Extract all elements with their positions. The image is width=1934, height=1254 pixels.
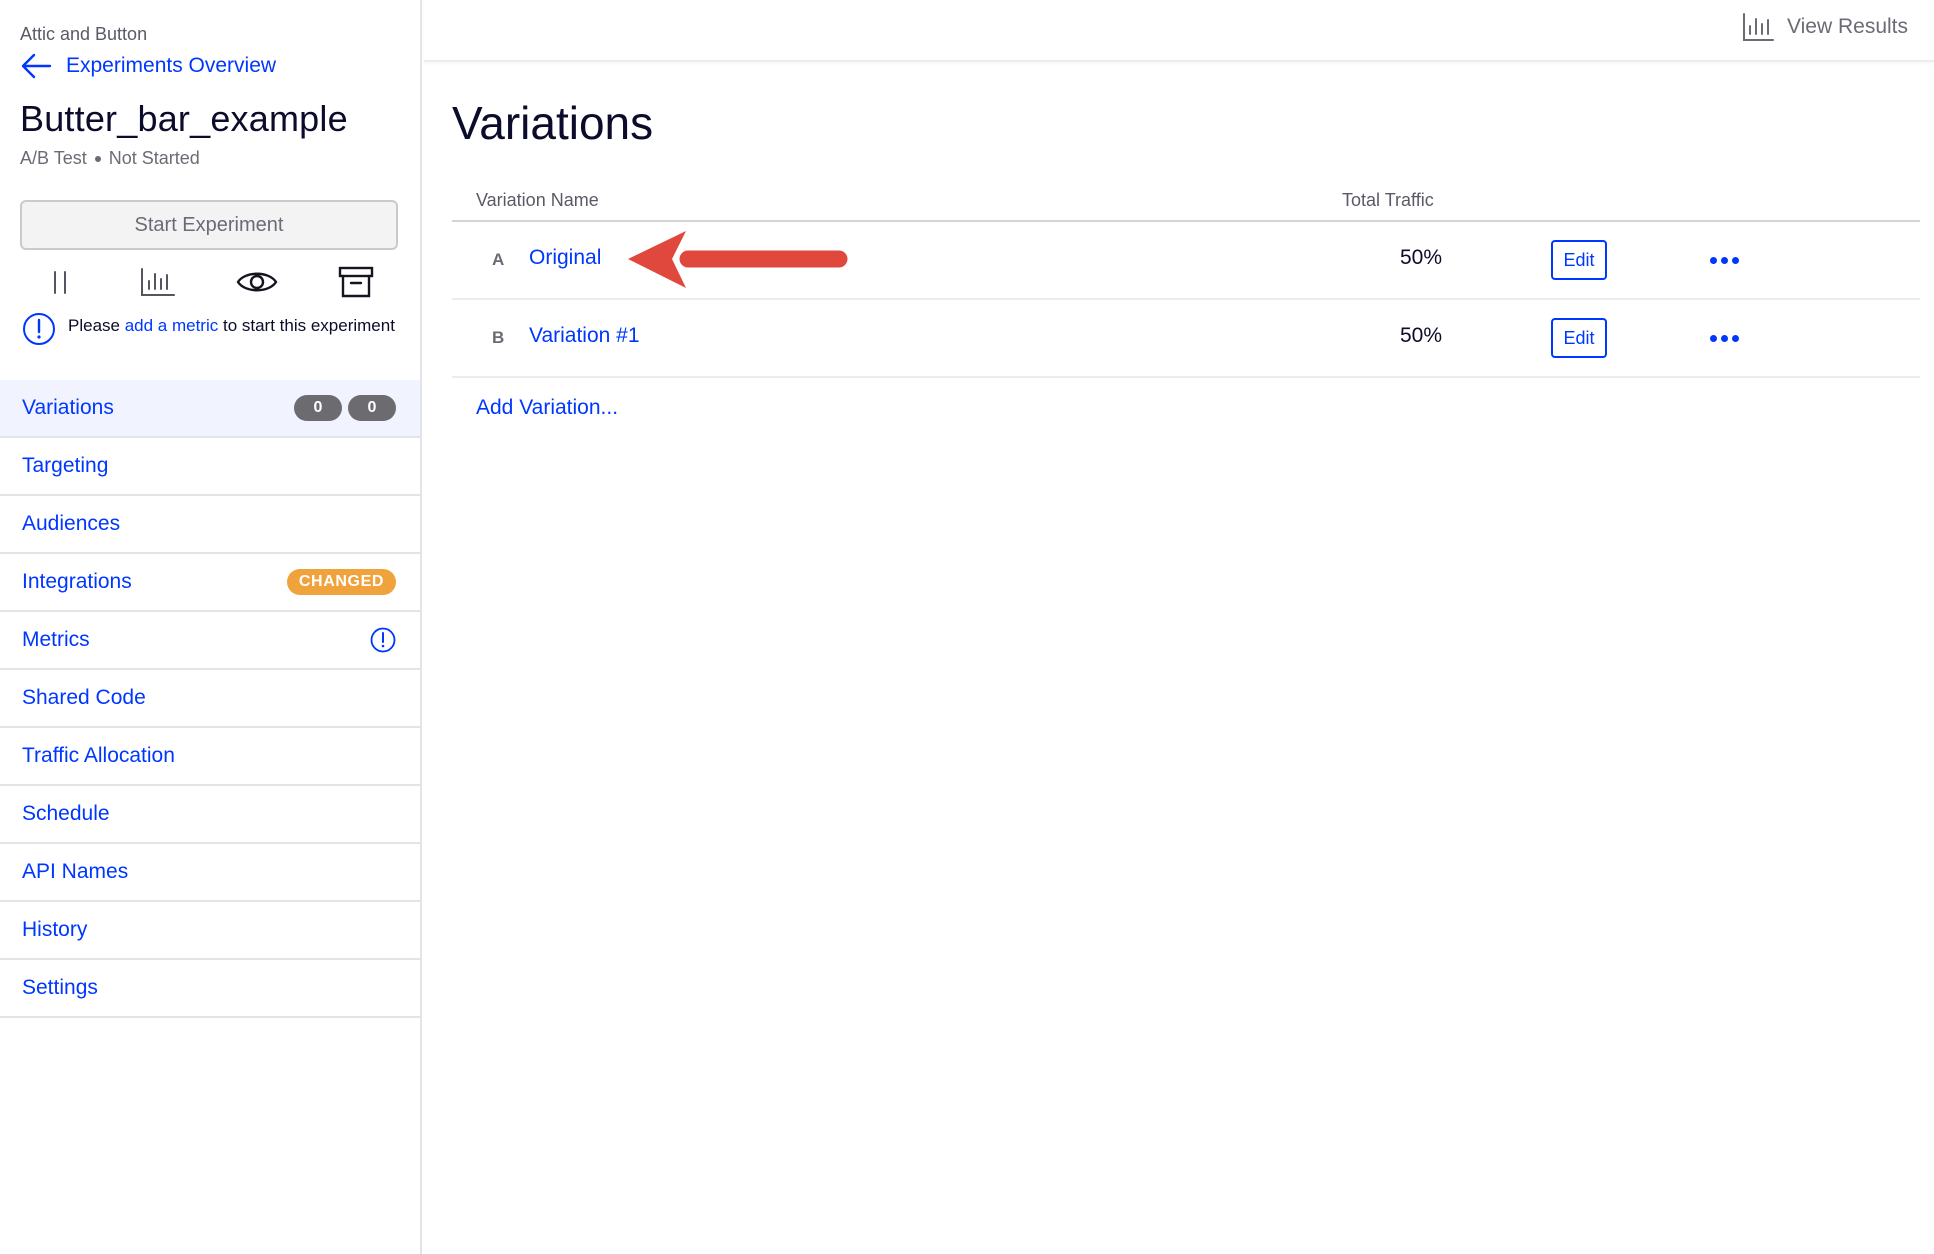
sidebar-item-label: Traffic Allocation (22, 744, 175, 767)
variation-traffic: 50% (1400, 246, 1443, 269)
variation-counts: 0 0 (294, 395, 396, 421)
warning-icon (370, 627, 396, 653)
page-title: Variations (452, 97, 654, 149)
notice-suffix: to start this experiment (218, 316, 395, 335)
annotation-arrow-icon (628, 231, 848, 288)
sidebar-nav: Variations 0 0 Targeting Audiences Integ… (0, 380, 420, 1018)
sidebar-item-variations[interactable]: Variations 0 0 (0, 380, 420, 438)
count-pill: 0 (294, 395, 342, 421)
results-chart-icon[interactable] (134, 262, 182, 302)
sidebar-item-history[interactable]: History (0, 902, 420, 960)
sidebar-item-label: Targeting (22, 454, 109, 477)
edit-button[interactable]: Edit (1551, 240, 1607, 280)
sidebar-item-label: Integrations (22, 570, 132, 593)
notice-text: Please add a metric to start this experi… (68, 312, 395, 346)
table-row: B Variation #1 50% Edit (452, 300, 1920, 378)
pause-icon[interactable] (36, 262, 84, 302)
edit-button[interactable]: Edit (1551, 318, 1607, 358)
sidebar-item-settings[interactable]: Settings (0, 960, 420, 1018)
add-metric-link[interactable]: add a metric (125, 316, 219, 335)
sidebar-item-schedule[interactable]: Schedule (0, 786, 420, 844)
more-options-icon[interactable] (1704, 324, 1744, 352)
variation-letter: A (492, 250, 505, 269)
experiments-overview-link[interactable]: Experiments Overview (20, 52, 276, 80)
sidebar-item-label: API Names (22, 860, 129, 883)
variation-name-link[interactable]: Original (529, 246, 601, 270)
count-pill: 0 (348, 395, 396, 421)
sidebar-item-label: History (22, 918, 88, 941)
experiment-status: Not Started (108, 148, 200, 168)
more-options-icon[interactable] (1704, 246, 1744, 274)
sidebar-item-metrics[interactable]: Metrics (0, 612, 420, 670)
preview-eye-icon[interactable] (233, 262, 281, 302)
sidebar-item-label: Shared Code (22, 686, 146, 709)
sidebar-item-targeting[interactable]: Targeting (0, 438, 420, 496)
bar-chart-icon (1743, 13, 1774, 41)
experiment-meta: A/B Test Not Started (20, 148, 200, 169)
experiment-toolbar (20, 262, 398, 302)
experiment-type: A/B Test (20, 148, 87, 168)
sidebar-item-integrations[interactable]: Integrations CHANGED (0, 554, 420, 612)
sidebar-item-label: Settings (22, 976, 98, 999)
changed-badge: CHANGED (286, 569, 396, 595)
top-bar: View Results (424, 0, 1934, 62)
warning-circle-icon (23, 313, 55, 345)
back-link-label: Experiments Overview (66, 54, 277, 77)
notice-prefix: Please (68, 316, 125, 335)
column-header-traffic: Total Traffic (1342, 190, 1434, 210)
separator-dot (94, 155, 101, 162)
project-name: Attic and Button (20, 24, 148, 44)
view-results-label: View Results (1787, 15, 1908, 38)
sidebar: Attic and Button Experiments Overview Bu… (0, 0, 422, 1254)
column-header-name: Variation Name (476, 190, 599, 210)
sidebar-item-traffic-allocation[interactable]: Traffic Allocation (0, 728, 420, 786)
variation-letter: B (492, 328, 505, 347)
sidebar-item-audiences[interactable]: Audiences (0, 496, 420, 554)
sidebar-item-label: Audiences (22, 512, 121, 535)
sidebar-item-label: Variations (22, 396, 114, 419)
view-results-button[interactable]: View Results (1741, 12, 1908, 42)
variation-traffic: 50% (1400, 324, 1443, 347)
add-variation-link[interactable]: Add Variation... (476, 396, 618, 420)
sidebar-item-label: Metrics (22, 628, 90, 651)
table-header: Variation Name Total Traffic (452, 186, 1920, 222)
start-experiment-button[interactable]: Start Experiment (20, 200, 398, 250)
sidebar-item-shared-code[interactable]: Shared Code (0, 670, 420, 728)
metric-notice: Please add a metric to start this experi… (22, 312, 402, 346)
sidebar-item-api-names[interactable]: API Names (0, 844, 420, 902)
archive-icon[interactable] (332, 262, 380, 302)
arrow-left-icon (21, 53, 52, 79)
sidebar-item-label: Schedule (22, 802, 110, 825)
variation-name-link[interactable]: Variation #1 (529, 324, 640, 348)
experiment-title: Butter_bar_example (20, 98, 348, 139)
